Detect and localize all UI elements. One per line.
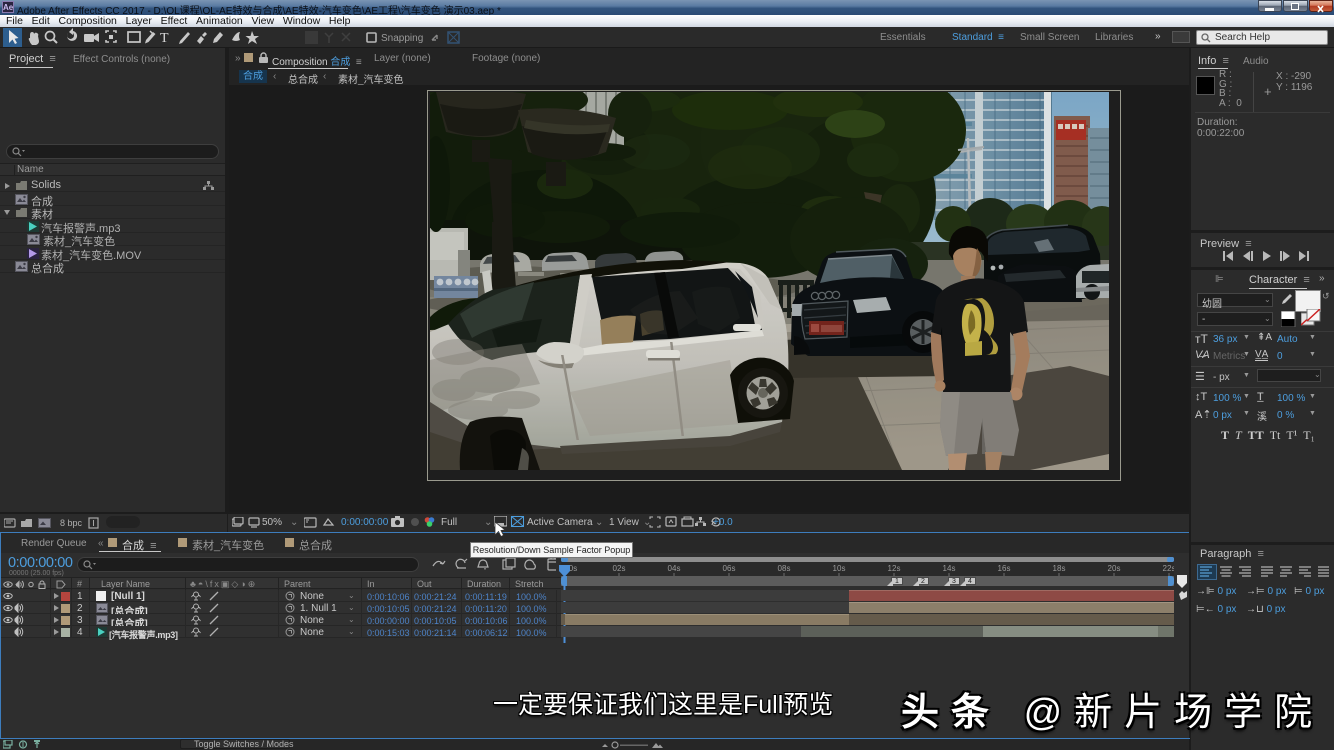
svg-text:10s: 10s bbox=[833, 564, 846, 573]
svg-text:08s: 08s bbox=[778, 564, 791, 573]
svg-text:22s: 22s bbox=[1163, 564, 1174, 573]
svg-text:20s: 20s bbox=[1108, 564, 1121, 573]
svg-text:06s: 06s bbox=[723, 564, 736, 573]
svg-text:Snapping: Snapping bbox=[381, 33, 423, 44]
svg-text:18s: 18s bbox=[1053, 564, 1066, 573]
svg-text:T: T bbox=[160, 31, 169, 46]
svg-text:02s: 02s bbox=[613, 564, 626, 573]
svg-text:12s: 12s bbox=[888, 564, 901, 573]
svg-text:04s: 04s bbox=[668, 564, 681, 573]
svg-text:14s: 14s bbox=[943, 564, 956, 573]
svg-text:16s: 16s bbox=[998, 564, 1011, 573]
